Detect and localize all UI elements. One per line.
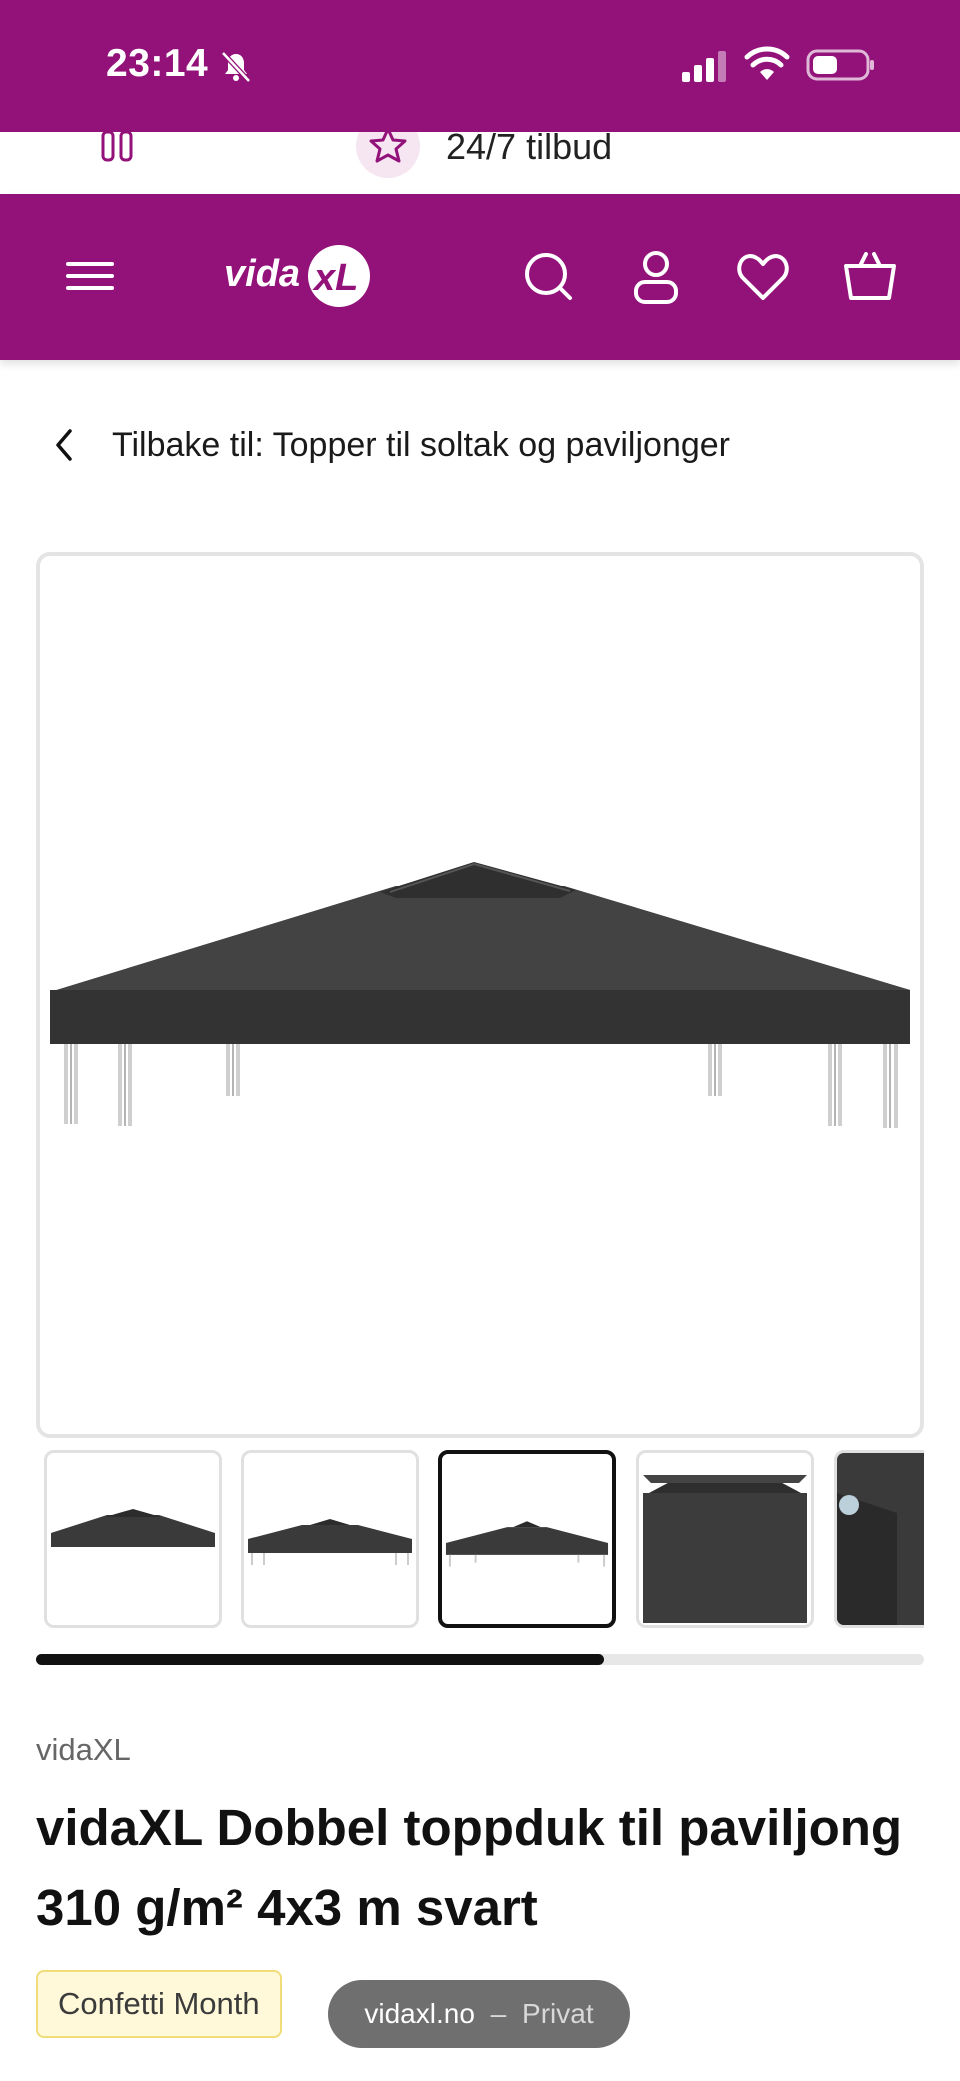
cart-icon[interactable]: [842, 246, 898, 306]
thumbnail-image: [51, 1509, 215, 1547]
thumbnail-strip: [44, 1448, 924, 1630]
battery-icon: [806, 49, 874, 81]
promo-star-badge: [356, 132, 420, 178]
gazebo-canopy-image: [50, 862, 910, 1128]
gallery-scrollbar-thumb[interactable]: [36, 1654, 605, 1665]
thumbnail-3-active[interactable]: [438, 1450, 616, 1628]
heart-icon[interactable]: [735, 246, 791, 306]
bell-muted-icon: [221, 51, 251, 83]
svg-text:xL: xL: [312, 257, 358, 299]
thumbnail-image: [643, 1475, 807, 1623]
promo-icon: [101, 132, 133, 162]
search-icon[interactable]: [520, 246, 576, 306]
star-icon: [369, 132, 407, 163]
svg-text:vida: vida: [224, 253, 300, 295]
gallery-scrollbar[interactable]: [36, 1654, 924, 1665]
breadcrumb-label: Tilbake til: Topper til soltak og pavilj…: [112, 425, 730, 464]
product-brand[interactable]: vidaXL: [36, 1732, 131, 1768]
vidaxl-logo[interactable]: vida xL: [222, 240, 372, 314]
wifi-icon: [744, 46, 790, 80]
browser-url-pill[interactable]: vidaxl.no – Privat: [328, 1980, 630, 2048]
product-main-image[interactable]: [36, 552, 924, 1438]
thumbnail-image: [445, 1521, 609, 1567]
menu-icon[interactable]: [62, 246, 118, 306]
status-bar: 23:14: [0, 0, 960, 132]
thumbnail-2[interactable]: [241, 1450, 419, 1628]
promo-strip: 24/7 tilbud: [0, 132, 960, 194]
browser-mode: Privat: [522, 1998, 594, 2029]
chevron-left-icon: [56, 429, 72, 461]
breadcrumb-back[interactable]: Tilbake til: Topper til soltak og pavilj…: [48, 420, 730, 470]
thumbnail-image: [248, 1519, 412, 1565]
thumbnail-5[interactable]: [834, 1450, 924, 1628]
site-header: vida xL: [0, 194, 960, 360]
account-icon[interactable]: [628, 246, 684, 306]
browser-separator: –: [490, 1998, 507, 2029]
signal-icon: [682, 51, 726, 82]
browser-domain: vidaxl.no: [364, 1998, 475, 2029]
product-title: vidaXL Dobbel toppduk til paviljong 310 …: [36, 1799, 903, 1936]
thumbnail-4[interactable]: [636, 1450, 814, 1628]
thumbnail-image: [837, 1453, 924, 1625]
promo-text[interactable]: 24/7 tilbud: [446, 132, 612, 168]
thumbnail-1[interactable]: [44, 1450, 222, 1628]
promo-badge: Confetti Month: [36, 1970, 282, 2038]
status-time: 23:14: [106, 42, 209, 85]
